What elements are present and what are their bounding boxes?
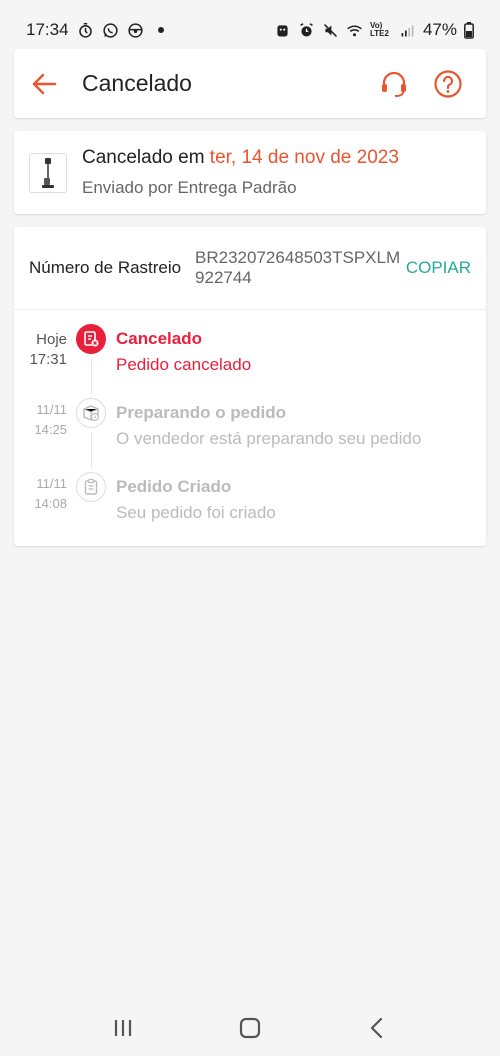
mute-icon [323, 23, 337, 37]
system-back-button[interactable] [357, 1008, 397, 1048]
back-chevron-icon [370, 1017, 382, 1039]
help-button[interactable] [432, 68, 464, 100]
tracking-timeline: Hoje 17:31 Cancelado Pedido cancelado 11… [14, 310, 486, 546]
timeline-status-icon [76, 324, 106, 354]
home-button[interactable] [230, 1008, 270, 1048]
page-title: Cancelado [82, 70, 192, 96]
battery-icon [464, 21, 474, 39]
preparing-box-icon [83, 405, 100, 422]
timeline-hour: 14:25 [34, 422, 67, 437]
cancel-date: ter, 14 de nov de 2023 [209, 147, 399, 168]
wifi-icon [347, 24, 362, 36]
timeline-status-icon [76, 472, 106, 502]
signal-icon [401, 24, 414, 36]
timeline-day: Hoje [36, 331, 67, 348]
timeline-item: 11/11 14:25 Preparando o pedido O vended… [14, 398, 486, 472]
cancel-status-prefix: Cancelado em [82, 147, 210, 168]
arrow-left-icon [32, 73, 57, 94]
whatsapp-icon [102, 22, 118, 38]
battery-percent: 47% [422, 20, 457, 39]
timeline-time: 11/11 14:08 [14, 474, 67, 514]
timeline-title: Preparando o pedido [116, 403, 287, 422]
recents-button[interactable] [103, 1008, 143, 1048]
vacuum-product-icon [42, 157, 54, 188]
header-bar: Cancelado [14, 49, 486, 118]
notification-dot [157, 27, 164, 33]
product-thumbnail [29, 152, 67, 193]
system-nav-bar [0, 1000, 500, 1056]
steering-wheel-icon [127, 22, 143, 38]
timeline-description: Seu pedido foi criado [116, 503, 276, 522]
timeline-hour: 14:08 [34, 496, 67, 511]
timeline-status-icon [76, 398, 106, 428]
cancel-order-icon [84, 331, 99, 347]
timeline-hour: 17:31 [29, 351, 67, 368]
recents-icon [115, 1020, 132, 1036]
order-summary: Cancelado em ter, 14 de nov de 2023 Envi… [14, 131, 486, 214]
tracking-number: BR232072648503TSPXLM922744 [195, 248, 401, 287]
network-label: Vo) LTE2 [369, 21, 389, 38]
timeline-time: 11/11 14:25 [14, 400, 67, 440]
timeline-time: Hoje 17:31 [14, 330, 67, 370]
tracking-label: Número de Rastreio [29, 258, 182, 277]
clipboard-icon [84, 478, 98, 495]
help-circle-icon [434, 69, 462, 98]
alarm-icon [300, 22, 313, 36]
timeline-description: O vendedor está preparando seu pedido [116, 429, 422, 448]
cancel-status-line: Cancelado em ter, 14 de nov de 2023 [82, 147, 399, 169]
timer-icon [78, 22, 92, 38]
headset-icon [382, 71, 406, 97]
timeline-day: 11/11 [36, 476, 67, 491]
timeline-description: Pedido cancelado [116, 355, 252, 374]
timeline-item: Hoje 17:31 Cancelado Pedido cancelado [14, 324, 486, 398]
copy-button[interactable]: COPIAR [406, 258, 471, 278]
home-icon [239, 1017, 261, 1039]
timeline-title: Pedido Criado [116, 477, 232, 496]
timeline-item: 11/11 14:08 Pedido Criado Seu pedido foi… [14, 472, 486, 546]
shipping-method: Enviado por Entrega Padrão [82, 178, 297, 197]
timeline-title: Cancelado [116, 329, 202, 348]
tracking-number-row: Número de Rastreio BR232072648503TSPXLM9… [14, 227, 486, 310]
status-time: 17:34 [26, 20, 69, 39]
android-icon [277, 24, 288, 36]
tracking-card: Número de Rastreio BR232072648503TSPXLM9… [14, 227, 486, 546]
support-button[interactable] [378, 68, 410, 100]
timeline-day: 11/11 [36, 402, 67, 417]
back-button[interactable] [14, 49, 74, 118]
